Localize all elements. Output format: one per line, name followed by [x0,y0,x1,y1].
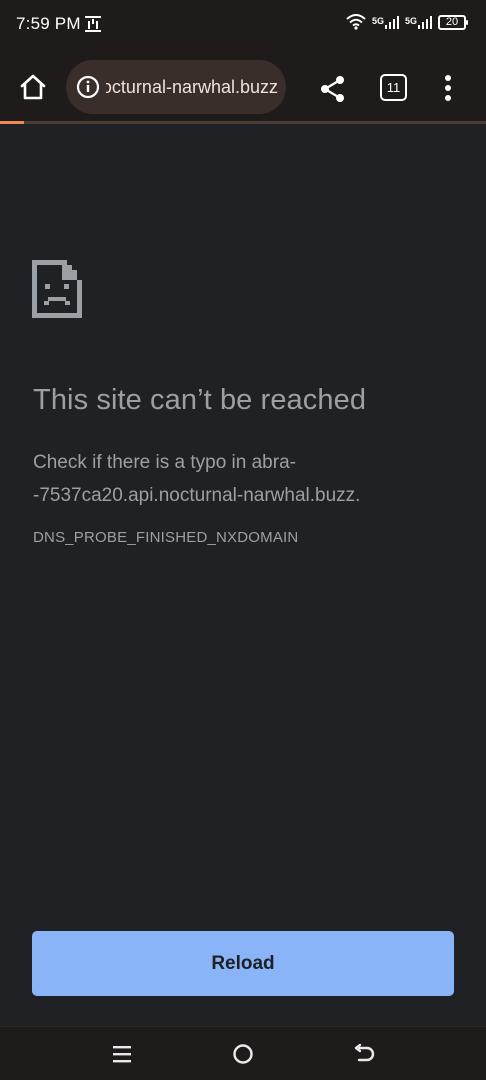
status-bar: 7:59 PM 5G 5G 20 [0,0,486,52]
url-text[interactable]: abra-7537ca20.api.nocturnal-narwhal.buzz [106,77,278,98]
more-vert-icon[interactable] [438,72,458,104]
url-bar[interactable]: abra-7537ca20.api.nocturnal-narwhal.buzz [66,60,286,114]
home-icon [20,74,46,100]
error-page: This site can’t be reached Check if ther… [0,124,486,1026]
system-nav-bar [0,1026,486,1080]
network-label-1: 5G [371,15,384,26]
signal-2: 5G [404,15,432,29]
error-desc-line-2: -7537ca20.api.nocturnal-narwhal.buzz. [33,485,361,506]
home-button[interactable] [14,68,52,106]
wireless-notif-icon [85,16,101,32]
nav-home-icon[interactable] [232,1043,254,1065]
reload-button[interactable]: Reload [32,931,454,996]
tab-switcher-button[interactable]: 11 [380,74,407,101]
error-title: This site can’t be reached [33,384,367,416]
status-icons: 5G 5G 20 [346,14,468,30]
signal-1: 5G [371,15,399,29]
signal-bars-icon [418,15,432,29]
browser-toolbar: abra-7537ca20.api.nocturnal-narwhal.buzz… [0,52,486,124]
share-icon[interactable] [318,74,348,104]
info-icon[interactable] [76,75,100,99]
tab-count: 11 [386,80,401,95]
battery-level: 20 [445,15,459,28]
back-icon[interactable] [352,1043,376,1065]
error-desc-line-1: Check if there is a typo in abra- [33,452,296,473]
battery-icon: 20 [438,14,468,30]
signal-bars-icon [384,15,399,29]
error-code: DNS_PROBE_FINISHED_NXDOMAIN [33,529,299,546]
network-label-2: 5G [404,15,417,26]
sad-page-icon [32,260,82,318]
recents-icon[interactable] [111,1044,133,1064]
wifi-icon [346,14,366,30]
error-description: Check if there is a typo in abra- -7537c… [33,446,453,512]
status-time: 7:59 PM [16,14,81,33]
